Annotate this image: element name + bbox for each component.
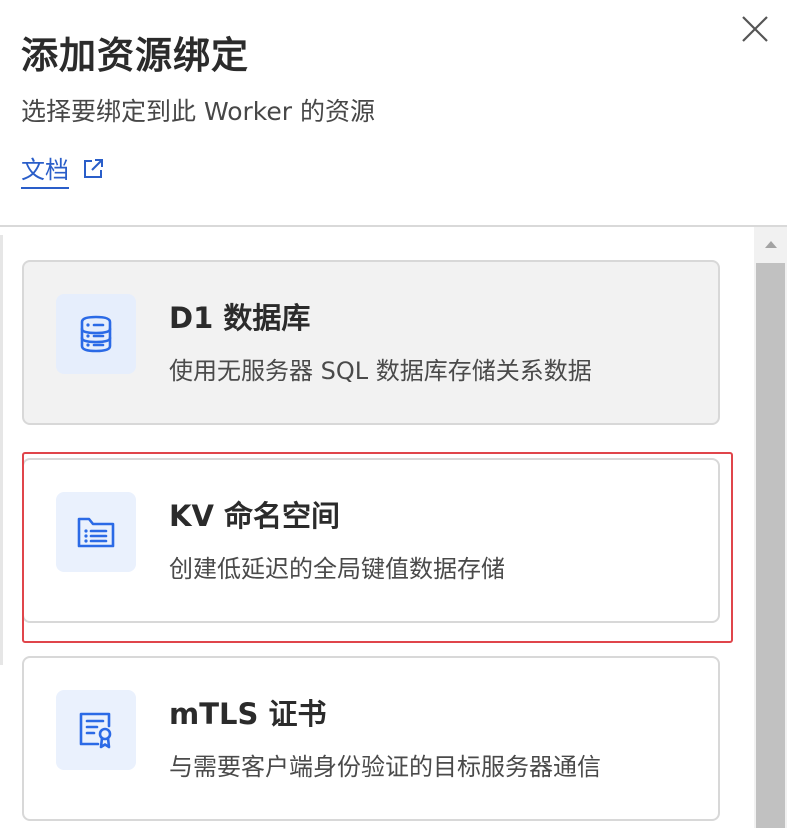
resource-list: D1 数据库 使用无服务器 SQL 数据库存储关系数据 KV 命名空间 创建低延…	[0, 227, 754, 828]
left-rail	[0, 235, 3, 665]
close-button[interactable]	[738, 12, 772, 46]
add-resource-binding-panel: 添加资源绑定 选择要绑定到此 Worker 的资源 文档 D1 数据库 使用无服…	[0, 0, 787, 828]
card-icon-box	[56, 690, 136, 770]
scrollbar-thumb[interactable]	[756, 263, 785, 828]
resource-card-mtls[interactable]: mTLS 证书 与需要客户端身份验证的目标服务器通信	[22, 656, 720, 821]
docs-link-label: 文档	[21, 153, 69, 189]
scroll-up-button[interactable]	[754, 227, 787, 261]
card-description: 与需要客户端身份验证的目标服务器通信	[169, 753, 601, 781]
resource-card-d1[interactable]: D1 数据库 使用无服务器 SQL 数据库存储关系数据	[22, 260, 720, 425]
database-icon	[80, 315, 112, 353]
card-title: D1 数据库	[169, 301, 311, 335]
external-link-icon	[84, 159, 103, 178]
close-icon	[742, 16, 768, 42]
panel-header: 添加资源绑定 选择要绑定到此 Worker 的资源 文档	[0, 0, 787, 226]
folder-list-icon	[77, 517, 115, 548]
card-icon-box	[56, 492, 136, 572]
panel-title: 添加资源绑定	[21, 34, 249, 77]
card-icon-box	[56, 294, 136, 374]
docs-link[interactable]: 文档	[21, 153, 105, 189]
triangle-up-icon	[764, 241, 777, 248]
resource-card-kv[interactable]: KV 命名空间 创建低延迟的全局键值数据存储	[22, 458, 720, 623]
panel-subtitle: 选择要绑定到此 Worker 的资源	[21, 97, 375, 126]
card-title: mTLS 证书	[169, 697, 327, 731]
vertical-scrollbar[interactable]	[754, 227, 787, 828]
certificate-icon	[79, 712, 112, 749]
card-description: 使用无服务器 SQL 数据库存储关系数据	[169, 357, 592, 385]
card-title: KV 命名空间	[169, 499, 341, 533]
card-description: 创建低延迟的全局键值数据存储	[169, 555, 505, 583]
